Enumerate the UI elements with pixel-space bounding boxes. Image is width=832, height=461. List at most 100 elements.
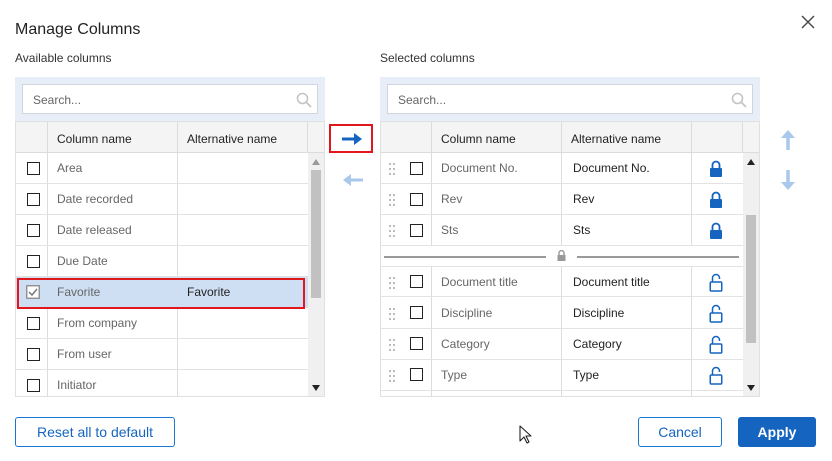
- table-row[interactable]: Type Type: [381, 360, 743, 391]
- available-grid: Column name Alternative name Area Date r…: [15, 121, 325, 397]
- row-checkbox[interactable]: [410, 306, 423, 319]
- reset-all-button[interactable]: Reset all to default: [15, 417, 175, 447]
- arrow-up-icon[interactable]: [780, 129, 796, 151]
- row-checkbox[interactable]: [27, 224, 40, 237]
- drag-handle-icon[interactable]: [389, 339, 395, 351]
- table-row[interactable]: Document title Document title: [381, 266, 743, 297]
- scroll-down-icon[interactable]: [747, 385, 755, 391]
- row-checkbox[interactable]: [410, 224, 423, 237]
- column-name: Category: [441, 337, 490, 351]
- lock-divider-icon: [557, 250, 566, 261]
- table-row[interactable]: From company: [16, 308, 308, 339]
- available-scrollbar[interactable]: [308, 153, 324, 396]
- selected-scrollbar[interactable]: [743, 153, 759, 396]
- cancel-button[interactable]: Cancel: [638, 417, 722, 447]
- scroll-thumb[interactable]: [746, 215, 756, 343]
- column-name: Due Date: [57, 254, 108, 268]
- column-name: From user: [57, 347, 112, 361]
- drag-handle-icon[interactable]: [389, 277, 395, 289]
- alternative-name[interactable]: Type: [573, 360, 599, 391]
- arrow-left-icon[interactable]: [342, 172, 364, 188]
- unlock-icon[interactable]: [709, 304, 723, 323]
- arrow-down-icon[interactable]: [780, 169, 796, 191]
- column-name: Discipline: [441, 306, 493, 320]
- table-row[interactable]: From user: [16, 339, 308, 370]
- table-row[interactable]: Date released: [16, 215, 308, 246]
- row-checkbox[interactable]: [410, 275, 423, 288]
- available-grid-header: Column name Alternative name: [16, 122, 324, 153]
- unlock-icon[interactable]: [709, 335, 723, 354]
- search-placeholder: Search...: [33, 93, 82, 107]
- table-row-locked[interactable]: Sts Sts: [381, 215, 743, 246]
- column-header-alt[interactable]: Alternative name: [571, 122, 661, 153]
- column-name: Document No.: [441, 161, 518, 175]
- column-name: Document title: [441, 275, 518, 289]
- column-name: Date released: [57, 223, 132, 237]
- lock-divider[interactable]: [381, 246, 743, 266]
- column-name: Sts: [441, 223, 459, 237]
- column-name: Initiator: [57, 378, 97, 392]
- selected-grid: Column name Alternative name Document No…: [380, 121, 760, 397]
- alternative-name[interactable]: Discipline: [573, 298, 624, 329]
- drag-handle-icon[interactable]: [389, 225, 395, 237]
- drag-handle-icon[interactable]: [389, 194, 395, 206]
- search-placeholder: Search...: [398, 93, 447, 107]
- row-checkbox[interactable]: [27, 255, 40, 268]
- arrow-right-icon[interactable]: [341, 131, 363, 147]
- table-row[interactable]: Category Category: [381, 329, 743, 360]
- alternative-name[interactable]: Document No.: [573, 153, 650, 184]
- drag-handle-icon[interactable]: [389, 163, 395, 175]
- lock-icon[interactable]: [709, 222, 723, 240]
- column-name: Type: [441, 368, 468, 382]
- alternative-name[interactable]: Rev: [573, 184, 594, 215]
- row-checkbox[interactable]: [410, 368, 423, 381]
- apply-button[interactable]: Apply: [738, 417, 816, 447]
- row-checkbox[interactable]: [410, 162, 423, 175]
- column-name: From company: [57, 316, 138, 330]
- table-row[interactable]: Due Date: [16, 246, 308, 277]
- selected-search-input[interactable]: Search...: [387, 84, 753, 114]
- alternative-name[interactable]: Document title: [573, 267, 650, 298]
- table-row[interactable]: Discipline Discipline: [381, 298, 743, 329]
- scroll-up-icon[interactable]: [747, 159, 755, 165]
- lock-icon[interactable]: [709, 160, 723, 178]
- search-icon: [296, 92, 312, 108]
- row-checkbox[interactable]: [27, 379, 40, 392]
- drag-handle-icon[interactable]: [389, 308, 395, 320]
- row-checkbox[interactable]: [410, 337, 423, 350]
- unlock-icon[interactable]: [709, 366, 723, 385]
- row-checkbox[interactable]: [410, 193, 423, 206]
- row-checkbox[interactable]: [27, 317, 40, 330]
- column-name: Date recorded: [57, 192, 134, 206]
- column-name: Rev: [441, 192, 463, 206]
- column-header-alt[interactable]: Alternative name: [187, 122, 277, 153]
- alternative-name[interactable]: Category: [573, 329, 622, 360]
- selected-grid-header: Column name Alternative name: [381, 122, 759, 153]
- dialog-title: Manage Columns: [15, 21, 141, 38]
- table-row[interactable]: Initiator: [16, 370, 308, 396]
- table-row-locked[interactable]: Document No. Document No.: [381, 153, 743, 184]
- alternative-name[interactable]: Sts: [573, 215, 590, 246]
- table-row[interactable]: Area: [16, 153, 308, 184]
- table-row[interactable]: Date recorded: [16, 184, 308, 215]
- favorite-row-highlight: [17, 278, 305, 309]
- row-checkbox[interactable]: [27, 162, 40, 175]
- close-icon[interactable]: [800, 14, 816, 30]
- row-checkbox[interactable]: [27, 348, 40, 361]
- column-name: Area: [57, 161, 83, 175]
- available-columns-label: Available columns: [15, 51, 112, 65]
- search-icon: [731, 92, 747, 108]
- mouse-cursor-icon: [519, 425, 532, 444]
- column-header-name[interactable]: Column name: [57, 122, 132, 153]
- available-search-input[interactable]: Search...: [22, 84, 318, 114]
- scroll-down-icon[interactable]: [312, 385, 320, 391]
- unlock-icon[interactable]: [709, 273, 723, 292]
- scroll-up-icon[interactable]: [312, 159, 320, 165]
- lock-icon[interactable]: [709, 191, 723, 209]
- column-header-name[interactable]: Column name: [441, 122, 516, 153]
- drag-handle-icon[interactable]: [389, 370, 395, 382]
- table-row-locked[interactable]: Rev Rev: [381, 184, 743, 215]
- row-checkbox[interactable]: [27, 193, 40, 206]
- selected-columns-label: Selected columns: [380, 51, 475, 65]
- scroll-thumb[interactable]: [311, 170, 321, 298]
